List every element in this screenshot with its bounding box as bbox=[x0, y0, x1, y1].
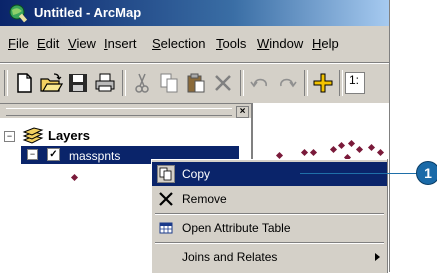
title-bar[interactable]: Untitled - ArcMap bbox=[0, 0, 389, 26]
toolbar-separator bbox=[339, 70, 343, 96]
layer-collapse-icon[interactable]: − bbox=[27, 149, 38, 160]
menu-bar: File Edit View Insert Selection Tools Wi… bbox=[0, 26, 389, 63]
layers-stack-icon bbox=[22, 127, 44, 144]
map-scale-field[interactable]: 1: bbox=[345, 72, 365, 94]
menu-item-label: Remove bbox=[182, 192, 227, 206]
arcmap-globe-icon bbox=[9, 4, 28, 23]
map-point bbox=[355, 145, 364, 154]
toc-grip[interactable] bbox=[6, 108, 232, 116]
menu-selection[interactable]: Selection bbox=[152, 36, 205, 51]
cut-icon[interactable] bbox=[130, 71, 154, 95]
menu-item-label: Copy bbox=[182, 167, 211, 181]
redo-icon[interactable] bbox=[275, 71, 299, 95]
menu-item-remove[interactable]: Remove bbox=[152, 187, 387, 211]
toolbar-separator bbox=[122, 70, 126, 96]
menu-insert[interactable]: Insert bbox=[104, 36, 137, 51]
data-frame-label[interactable]: Layers bbox=[48, 128, 90, 143]
standard-toolbar: 1: bbox=[0, 63, 389, 102]
menu-separator bbox=[155, 213, 384, 215]
menu-item-open-attribute-table[interactable]: Open Attribute Table bbox=[152, 216, 387, 240]
layer-context-menu: Copy Remove Open Attribute Table Joins a… bbox=[151, 159, 387, 273]
callout-leader-line bbox=[300, 173, 418, 174]
toolbar-separator bbox=[240, 70, 244, 96]
menu-view[interactable]: View bbox=[68, 36, 96, 51]
menu-edit[interactable]: Edit bbox=[37, 36, 59, 51]
menu-item-label: Joins and Relates bbox=[182, 250, 278, 264]
point-symbol-icon bbox=[70, 173, 79, 182]
toc-close-button[interactable]: × bbox=[236, 106, 249, 118]
layer-name: masspnts bbox=[69, 149, 121, 163]
menu-item-copy[interactable]: Copy bbox=[152, 162, 387, 186]
map-point bbox=[376, 148, 385, 157]
table-icon bbox=[159, 222, 173, 234]
open-folder-icon[interactable] bbox=[39, 71, 63, 95]
toolbar-grip[interactable] bbox=[4, 70, 8, 96]
delete-icon[interactable] bbox=[211, 71, 235, 95]
map-point bbox=[300, 148, 309, 157]
callout-number-badge: 1 bbox=[416, 161, 437, 185]
map-point bbox=[329, 145, 338, 154]
remove-icon bbox=[159, 192, 173, 206]
copy-icon bbox=[157, 165, 175, 183]
map-point bbox=[367, 143, 376, 152]
menu-item-joins-and-relates[interactable]: Joins and Relates bbox=[152, 245, 387, 269]
new-document-icon[interactable] bbox=[12, 71, 36, 95]
paste-icon[interactable] bbox=[184, 71, 208, 95]
map-point bbox=[275, 151, 284, 160]
menu-file[interactable]: File bbox=[8, 36, 29, 51]
toolbar-separator bbox=[304, 70, 308, 96]
menu-window[interactable]: Window bbox=[257, 36, 303, 51]
save-icon[interactable] bbox=[66, 71, 90, 95]
menu-help[interactable]: Help bbox=[312, 36, 339, 51]
print-icon[interactable] bbox=[93, 71, 117, 95]
copy-icon[interactable] bbox=[157, 71, 181, 95]
layers-collapse-icon[interactable]: − bbox=[4, 131, 15, 142]
menu-tools[interactable]: Tools bbox=[216, 36, 246, 51]
window-title: Untitled - ArcMap bbox=[34, 5, 142, 20]
menu-separator bbox=[155, 242, 384, 244]
add-data-icon[interactable] bbox=[311, 71, 335, 95]
map-point bbox=[347, 139, 356, 148]
map-point bbox=[309, 148, 318, 157]
map-point bbox=[337, 141, 346, 150]
submenu-arrow-icon bbox=[375, 253, 380, 261]
undo-icon[interactable] bbox=[248, 71, 272, 95]
toc-header: × bbox=[0, 104, 251, 118]
menu-item-label: Open Attribute Table bbox=[182, 221, 291, 235]
layer-visibility-checkbox[interactable]: ✓ bbox=[47, 148, 60, 161]
